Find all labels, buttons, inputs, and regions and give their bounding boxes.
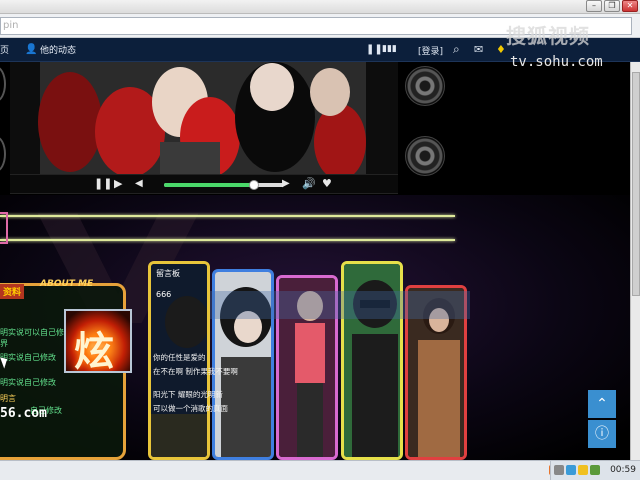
window-titlebar: – ❐ ✕ (0, 0, 640, 14)
pause-button[interactable]: ❚❚ (94, 177, 112, 191)
sohu-url: tv.sohu.com (510, 54, 603, 70)
speaker-top (405, 66, 445, 106)
site-url-text: 56.com (0, 406, 47, 421)
user-icon: 👤 (25, 44, 38, 55)
nav-home-link[interactable]: 页 (0, 43, 9, 56)
seek-bar[interactable] (164, 180, 284, 190)
close-button[interactable]: ✕ (622, 0, 638, 12)
screen: – ❐ ✕ pin 页 👤 他的动态 ❚❚ ▮▮▮ [登录] ⌕ ✉ ♦ 搜狐视… (0, 0, 640, 480)
message-line-1: 你的任性是爱的 (153, 353, 206, 362)
neon-line-bottom (0, 239, 455, 241)
system-clock: 00:59 (610, 465, 636, 475)
login-link[interactable]: [登录] (418, 44, 443, 57)
scrollbar-thumb[interactable] (632, 72, 640, 296)
sohu-logo: 搜狐视频 (506, 24, 590, 48)
system-tray: 00:59 (550, 461, 640, 480)
diamond-icon[interactable]: ♦ (496, 43, 506, 56)
network-icon[interactable] (554, 465, 564, 475)
scroll-to-top-button[interactable]: ⌃ (588, 390, 616, 418)
profile-stage: V 留言板 666 你的任性是爱的 在不在啊 制作果我不要啊 阳光下 耀眼的光明… (0, 195, 640, 460)
search-icon[interactable]: ⌕ (453, 42, 460, 57)
seek-handle[interactable] (249, 180, 259, 190)
tray-icon-2[interactable] (578, 465, 588, 475)
left-speaker-bottom (0, 136, 6, 172)
video-frame-image (10, 62, 398, 174)
volume-icon[interactable]: 🔊 (302, 177, 316, 191)
seek-progress (164, 183, 254, 187)
fire-glyph-icon: 炫 (74, 329, 114, 373)
message-board-count: 666 (156, 290, 172, 299)
fire-avatar[interactable]: 炫 (64, 309, 132, 373)
restore-button[interactable]: ❐ (604, 0, 620, 12)
about-line-1: 明实说可以自己修改 (0, 328, 72, 337)
about-line-4: 明实说自己修改 (0, 378, 56, 387)
video-player[interactable] (10, 62, 398, 174)
tray-icon-3[interactable] (590, 465, 600, 475)
play-button[interactable]: ▶ (114, 177, 122, 191)
about-me-title: ABOUT ME (40, 279, 94, 289)
info-button[interactable]: ⓘ (588, 420, 616, 448)
nav-his-activity-link[interactable]: 他的动态 (40, 43, 76, 56)
window-buttons: – ❐ ✕ (586, 0, 638, 12)
equalizer-icon[interactable]: ▮▮▮ (382, 44, 397, 54)
player-controls: ❚❚ ▶ ◀ ▶ 🔊 ♥ (10, 174, 398, 194)
next-button[interactable]: ▶ (282, 177, 290, 191)
page-scrollbar[interactable] (630, 62, 640, 460)
pause-icon[interactable]: ❚❚ (366, 44, 383, 55)
about-line-2: 界 (0, 339, 8, 348)
speaker-bottom (405, 136, 445, 176)
message-board-title: 留言板 (156, 269, 180, 278)
prev-button[interactable]: ◀ (135, 177, 143, 191)
message-line-2: 在不在啊 制作果我不要啊 (153, 367, 238, 376)
message-line-4: 可以做一个消歌的真面 (153, 404, 228, 413)
message-line-3: 阳光下 耀眼的光明新 (153, 390, 223, 399)
mail-icon[interactable]: ✉ (474, 43, 483, 56)
neon-line-top (0, 215, 455, 217)
left-speaker-top (0, 66, 6, 102)
left-tab-marker[interactable] (0, 212, 8, 244)
about-me-tag: 资料 (0, 284, 25, 299)
tray-icon-1[interactable] (566, 465, 576, 475)
about-line-3: 明实说自己修改 (0, 353, 56, 362)
heart-icon[interactable]: ♥ (322, 177, 332, 191)
taskbar: 00:59 (0, 460, 640, 480)
minimize-button[interactable]: – (586, 0, 602, 12)
about-line-5: 明言 (0, 394, 16, 403)
